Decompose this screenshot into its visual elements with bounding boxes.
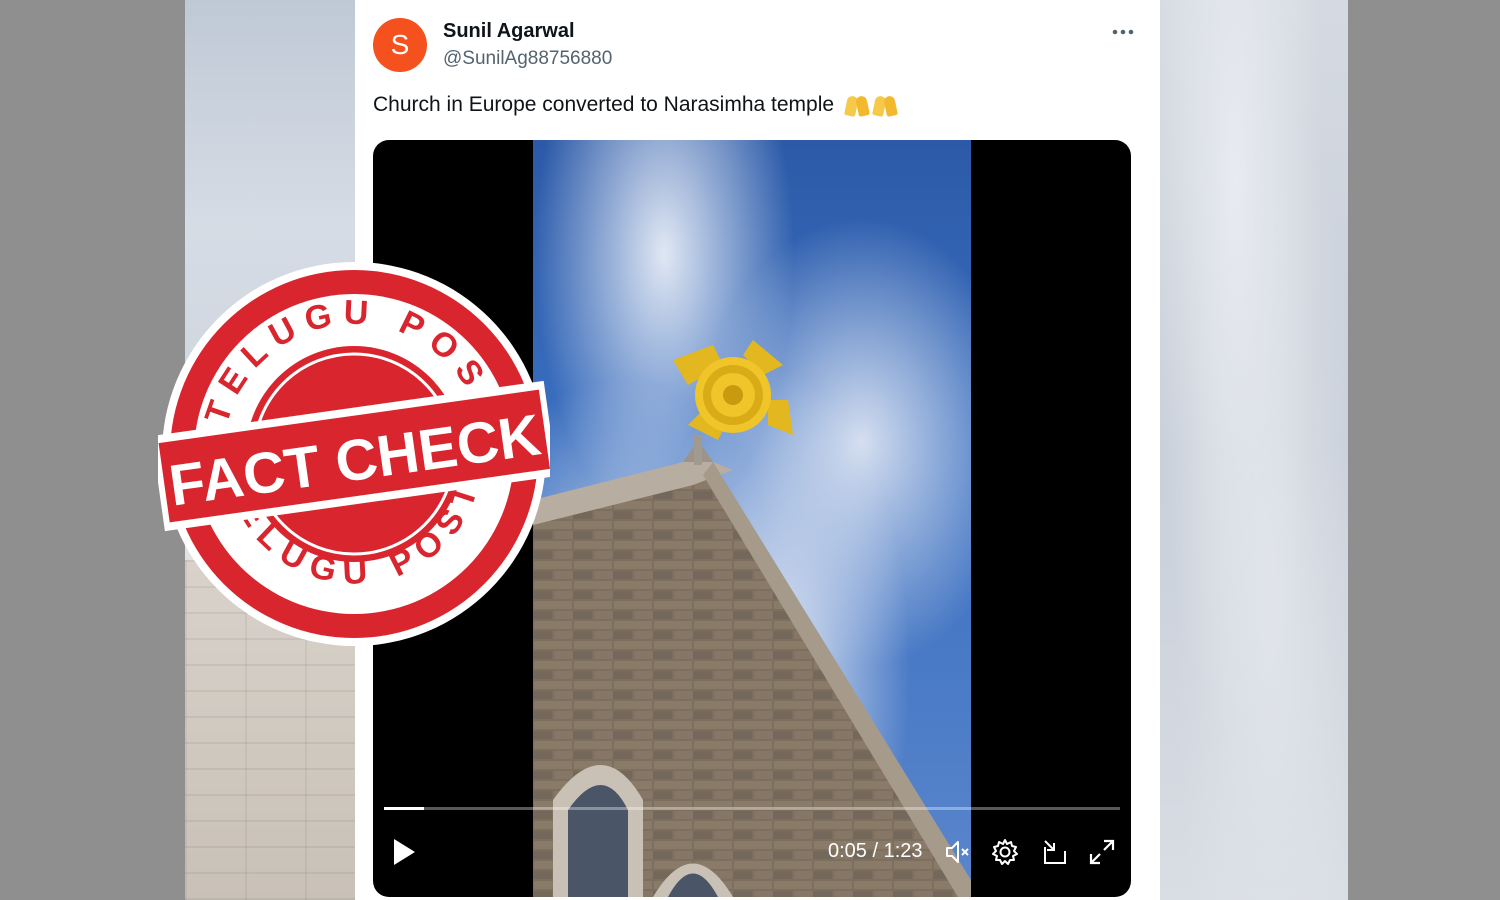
video-progress-fill (384, 807, 425, 810)
church-roof-image (533, 340, 971, 897)
tweet-text: Church in Europe converted to Narasimha … (373, 93, 898, 117)
tweet-text-content: Church in Europe converted to Narasimha … (373, 93, 835, 116)
fullscreen-icon[interactable] (1087, 837, 1117, 867)
settings-gear-icon[interactable] (990, 837, 1020, 867)
more-dots-icon (1112, 29, 1134, 35)
fact-check-stamp: TELUGU POST TELUGU POST FACT CHECK (158, 262, 550, 646)
folded-hands-emoji (844, 94, 898, 116)
video-controls: 0:05 / 1:23 (373, 807, 1131, 897)
author-handle[interactable]: @SunilAg88756880 (443, 48, 612, 70)
background-right-blur (1160, 0, 1348, 900)
folded-hands-icon (844, 94, 870, 116)
folded-hands-icon (872, 94, 898, 116)
video-frame[interactable] (533, 140, 971, 897)
more-options-button[interactable] (1107, 18, 1139, 46)
video-time-readout: 0:05 / 1:23 (828, 840, 923, 862)
avatar[interactable]: S (373, 18, 427, 72)
video-progress-bar[interactable] (384, 807, 1120, 810)
play-icon[interactable] (391, 837, 417, 867)
author-name[interactable]: Sunil Agarwal (443, 20, 575, 43)
picture-in-picture-icon[interactable] (1040, 837, 1070, 867)
mute-icon[interactable] (943, 837, 973, 867)
